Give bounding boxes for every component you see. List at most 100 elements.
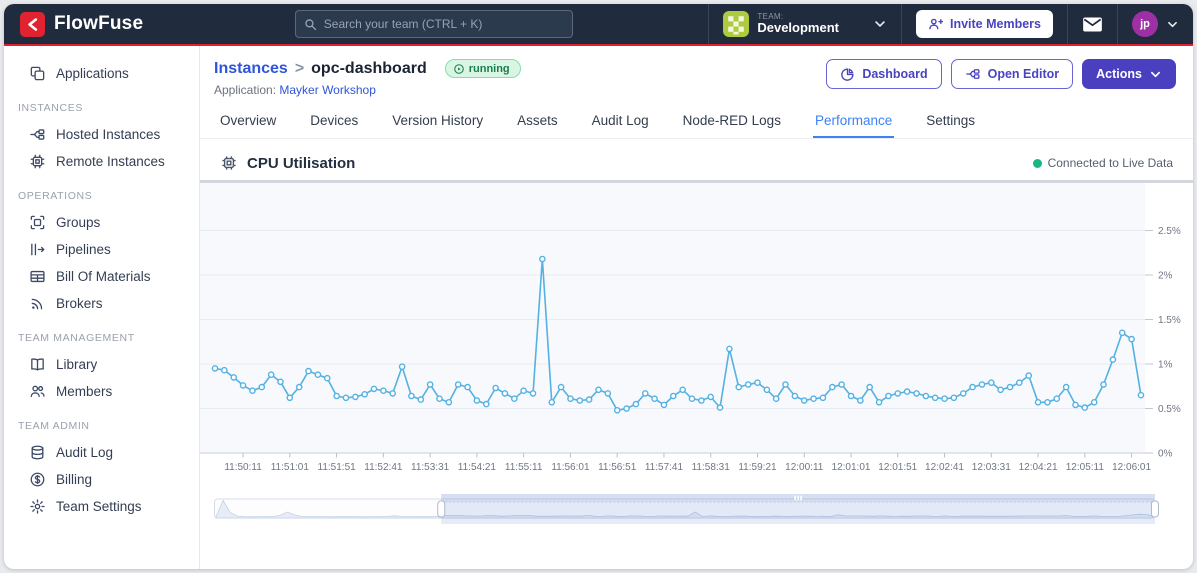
tab-settings[interactable]: Settings — [924, 107, 977, 138]
svg-text:11:54:21: 11:54:21 — [458, 462, 497, 473]
sidebar-item-groups[interactable]: Groups — [4, 209, 199, 236]
instance-tabs: Overview Devices Version History Assets Audi… — [200, 107, 1193, 139]
svg-text:12:00:11: 12:00:11 — [785, 462, 824, 473]
top-navbar: FlowFuse TEAM: Development Invite Member… — [4, 4, 1193, 46]
brand[interactable]: FlowFuse — [4, 4, 159, 44]
sidebar: Applications INSTANCES Hosted Instances Rem… — [4, 46, 200, 569]
sidebar-item-library[interactable]: Library — [4, 351, 199, 378]
team-selector[interactable]: TEAM: Development — [708, 4, 901, 44]
sidebar-heading-instances: INSTANCES — [18, 102, 83, 114]
team-search — [294, 4, 573, 44]
bill-of-materials-icon — [30, 270, 45, 283]
sidebar-item-billing[interactable]: Billing — [4, 466, 199, 493]
svg-text:0.5%: 0.5% — [1158, 404, 1181, 415]
hosted-instances-icon — [30, 129, 45, 140]
audit-log-icon — [31, 445, 44, 460]
application-link[interactable]: Mayker Workshop — [279, 83, 375, 97]
actions-button-label: Actions — [1096, 67, 1142, 81]
chart-title: CPU Utilisation — [247, 154, 356, 172]
page-title: opc-dashboard — [311, 59, 427, 77]
tab-audit-log[interactable]: Audit Log — [590, 107, 651, 138]
cpu-utilisation-chart[interactable]: 0% 0.5% 1% 1.5% 2% 2.5% 11:50:11 11:51:01 11:51:… — [200, 183, 1193, 483]
play-circle-icon — [453, 63, 464, 74]
node-editor-icon — [965, 69, 980, 79]
user-menu[interactable]: jp — [1117, 4, 1193, 44]
user-avatar: jp — [1132, 11, 1158, 37]
sidebar-item-pipelines[interactable]: Pipelines — [4, 236, 199, 263]
tab-devices[interactable]: Devices — [308, 107, 360, 138]
person-plus-icon — [929, 18, 943, 29]
breadcrumb-instances-link[interactable]: Instances — [214, 60, 288, 78]
svg-text:11:59:21: 11:59:21 — [738, 462, 777, 473]
svg-text:2.5%: 2.5% — [1158, 226, 1181, 237]
svg-text:11:55:11: 11:55:11 — [505, 462, 543, 473]
invite-members-button[interactable]: Invite Members — [915, 10, 1053, 38]
team-name: Development — [757, 20, 839, 36]
sidebar-item-applications[interactable]: Applications — [4, 60, 199, 87]
actions-button[interactable]: Actions — [1082, 59, 1176, 89]
search-input[interactable] — [294, 10, 573, 38]
billing-icon — [30, 472, 45, 487]
pie-chart-icon — [841, 67, 854, 81]
breadcrumb-separator: > — [294, 59, 305, 77]
svg-text:11:57:41: 11:57:41 — [645, 462, 684, 473]
application-label: Application: — [214, 83, 277, 97]
svg-text:11:50:11: 11:50:11 — [224, 462, 262, 473]
sidebar-item-brokers[interactable]: Brokers — [4, 290, 199, 317]
sidebar-heading-team-admin: TEAM ADMIN — [18, 420, 90, 432]
team-avatar — [723, 11, 750, 37]
svg-text:12:01:51: 12:01:51 — [878, 462, 917, 473]
svg-text:2%: 2% — [1158, 271, 1173, 282]
sidebar-item-label: Groups — [56, 215, 101, 230]
main-content: Instances > opc-dashboard running Applic… — [200, 46, 1193, 569]
sidebar-item-label: Remote Instances — [56, 154, 165, 169]
mail-icon — [1083, 17, 1102, 31]
cpu-chip-icon — [222, 156, 236, 170]
svg-text:11:52:41: 11:52:41 — [364, 462, 403, 473]
brand-name: FlowFuse — [54, 13, 144, 34]
tab-version-history[interactable]: Version History — [390, 107, 485, 138]
sidebar-item-team-settings[interactable]: Team Settings — [4, 493, 199, 520]
tab-overview[interactable]: Overview — [218, 107, 278, 138]
svg-text:11:53:31: 11:53:31 — [411, 462, 450, 473]
live-data-label: Connected to Live Data — [1047, 156, 1173, 170]
status-badge: running — [444, 59, 521, 78]
svg-text:1%: 1% — [1158, 360, 1173, 371]
library-icon — [31, 358, 44, 371]
sidebar-heading-team-management: TEAM MANAGEMENT — [18, 332, 135, 344]
sidebar-item-label: Bill Of Materials — [56, 269, 151, 284]
sidebar-item-bill-of-materials[interactable]: Bill Of Materials — [4, 263, 199, 290]
svg-text:11:51:01: 11:51:01 — [271, 462, 310, 473]
status-badge-label: running — [468, 62, 510, 75]
applications-icon — [30, 66, 45, 81]
sidebar-item-remote-instances[interactable]: Remote Instances — [4, 148, 199, 175]
svg-text:11:58:31: 11:58:31 — [692, 462, 731, 473]
svg-text:11:51:51: 11:51:51 — [317, 462, 356, 473]
sidebar-item-label: Brokers — [56, 296, 103, 311]
open-editor-button[interactable]: Open Editor — [950, 59, 1074, 89]
tab-node-red-logs[interactable]: Node-RED Logs — [681, 107, 783, 138]
chart-zoom-brush[interactable] — [200, 493, 1193, 525]
svg-text:11:56:01: 11:56:01 — [551, 462, 590, 473]
svg-text:11:56:51: 11:56:51 — [598, 462, 637, 473]
chevron-down-icon — [1168, 21, 1177, 27]
members-icon — [30, 385, 45, 398]
svg-text:12:03:31: 12:03:31 — [972, 462, 1011, 473]
sidebar-item-audit-log[interactable]: Audit Log — [4, 439, 199, 466]
dashboard-button[interactable]: Dashboard — [826, 59, 942, 89]
brokers-icon — [31, 298, 43, 310]
invite-members-label: Invite Members — [949, 17, 1041, 31]
sidebar-item-label: Billing — [56, 472, 93, 487]
flowfuse-logo-icon — [20, 11, 45, 37]
sidebar-item-label: Pipelines — [56, 242, 111, 257]
live-data-status: Connected to Live Data — [1032, 156, 1173, 170]
tab-performance[interactable]: Performance — [812, 107, 895, 138]
svg-text:12:06:01: 12:06:01 — [1112, 462, 1151, 473]
svg-text:12:04:21: 12:04:21 — [1019, 462, 1058, 473]
tab-assets[interactable]: Assets — [515, 107, 560, 138]
sidebar-item-hosted-instances[interactable]: Hosted Instances — [4, 121, 199, 148]
sidebar-item-members[interactable]: Members — [4, 378, 199, 405]
notifications-button[interactable] — [1067, 4, 1117, 44]
pipelines-icon — [31, 243, 45, 256]
svg-text:12:01:01: 12:01:01 — [832, 462, 871, 473]
